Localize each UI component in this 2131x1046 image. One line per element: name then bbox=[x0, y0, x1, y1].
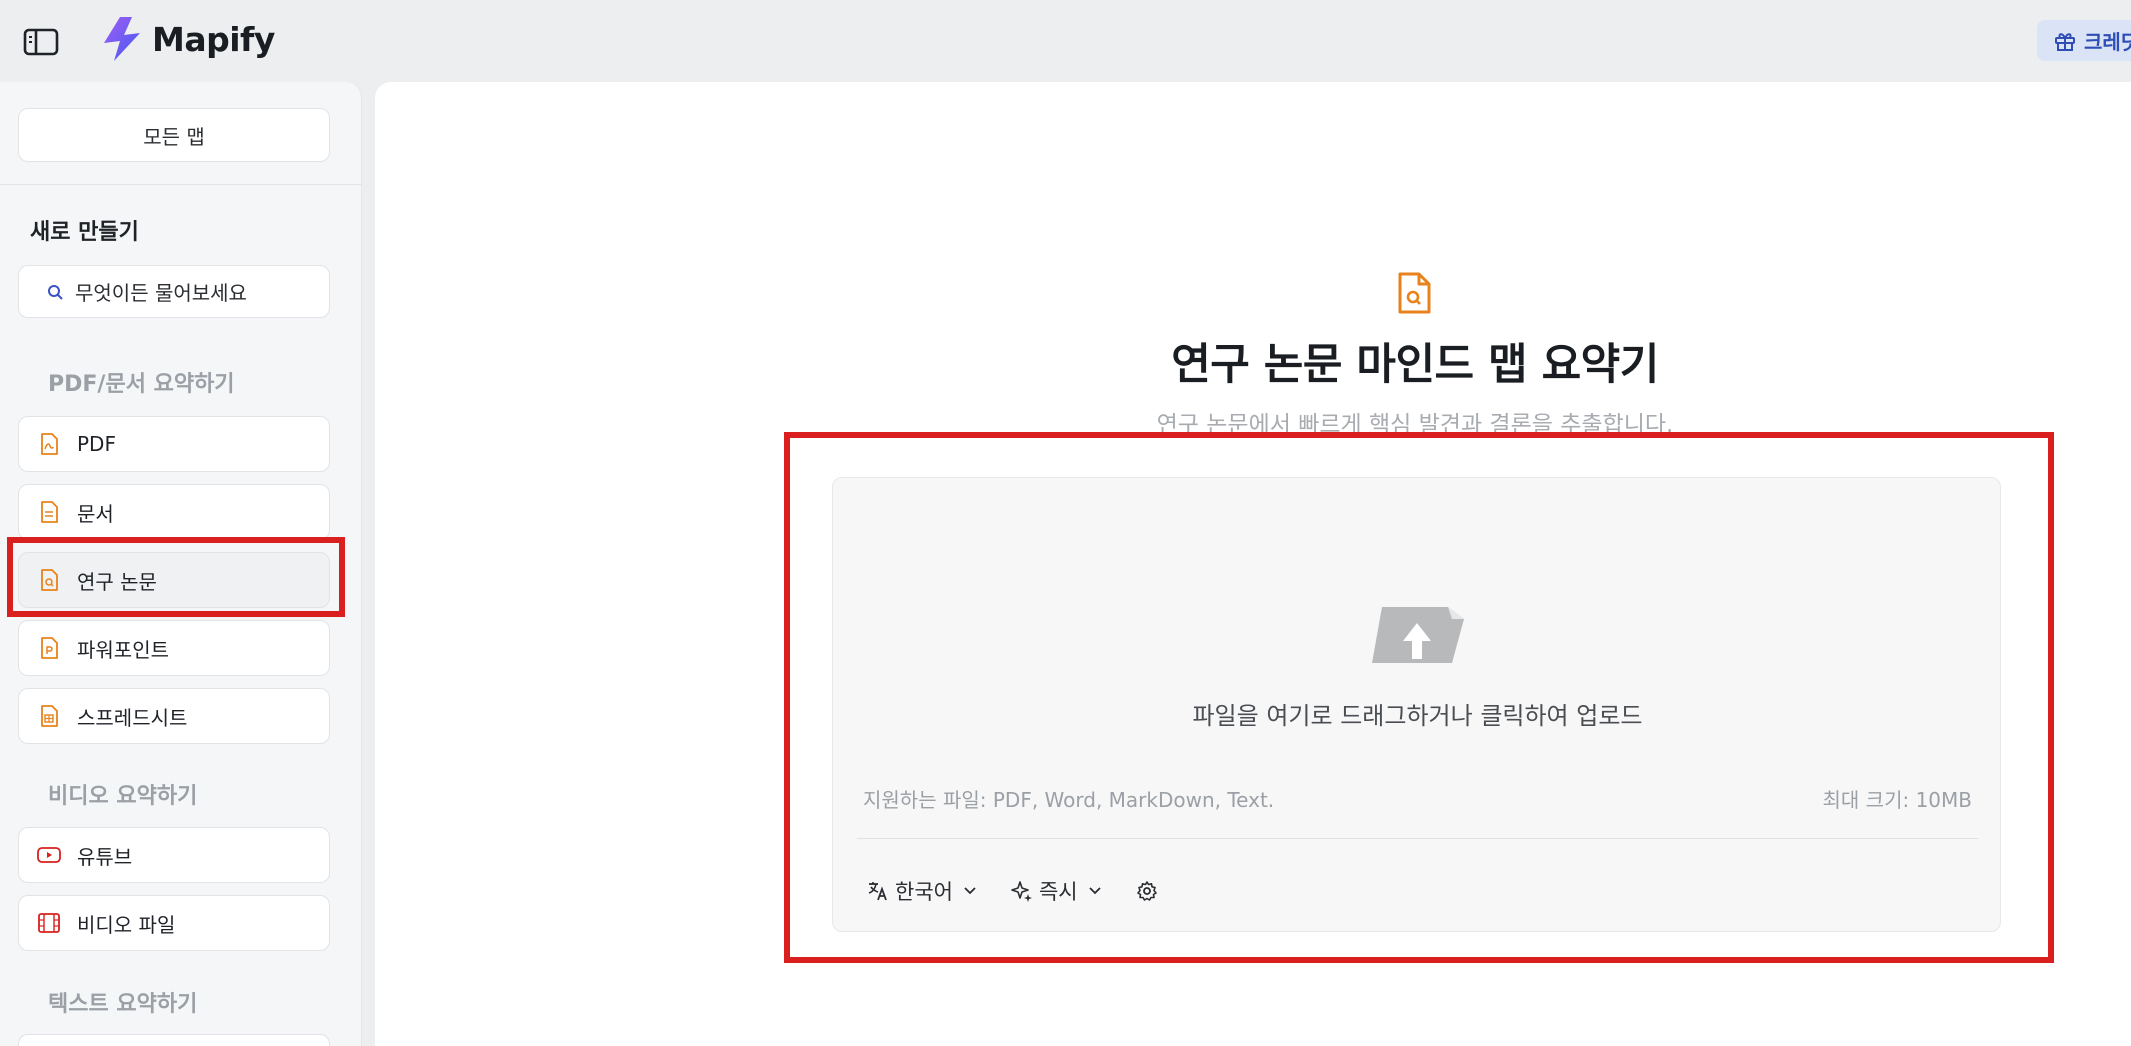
research-paper-icon bbox=[37, 568, 61, 592]
app-name: Mapify bbox=[152, 19, 275, 59]
card-divider bbox=[857, 838, 1978, 839]
page-title: 연구 논문 마인드 맵 요약기 bbox=[1171, 340, 1659, 390]
upload-prompt: 파일을 여기로 드래그하거나 클릭하여 업로드 bbox=[1192, 702, 1643, 730]
section-title-pdf-docs: PDF/문서 요약하기 bbox=[48, 372, 235, 397]
lightning-logo-icon bbox=[104, 17, 140, 61]
sidebar-item-document[interactable]: 문서 bbox=[18, 484, 330, 540]
upload-card: 파일을 여기로 드래그하거나 클릭하여 업로드 지원하는 파일: PDF, Wo… bbox=[832, 477, 2001, 932]
sidebar-divider bbox=[0, 184, 361, 185]
sidebar-item-label: 문서 bbox=[77, 501, 114, 526]
upload-file-icon bbox=[1368, 603, 1466, 671]
credits-button[interactable]: 크레딧 bbox=[2037, 20, 2131, 61]
gear-icon bbox=[1136, 881, 1157, 901]
settings-button[interactable] bbox=[1136, 880, 1158, 902]
document-icon bbox=[37, 500, 61, 524]
sidebar-item-label: 비디오 파일 bbox=[77, 912, 176, 937]
page-subtitle: 연구 논문에서 빠르게 핵심 발견과 결론을 추출합니다. bbox=[1156, 412, 1674, 438]
sidebar-item-partial[interactable] bbox=[18, 1034, 330, 1046]
film-icon bbox=[37, 911, 61, 935]
ask-anything-input[interactable]: 무엇이든 물어보세요 bbox=[18, 265, 330, 318]
file-drop-zone[interactable]: 파일을 여기로 드래그하거나 클릭하여 업로드 지원하는 파일: PDF, Wo… bbox=[833, 478, 2002, 838]
chevron-down-icon bbox=[1088, 887, 1101, 895]
pdf-file-icon bbox=[37, 432, 61, 456]
sidebar-item-youtube[interactable]: 유튜브 bbox=[18, 827, 330, 883]
sidebar-toggle-icon[interactable] bbox=[22, 27, 60, 57]
sidebar: 모든 맵 새로 만들기 무엇이든 물어보세요 PDF/문서 요약하기 PDF 문… bbox=[0, 82, 362, 1046]
sidebar-item-video-file[interactable]: 비디오 파일 bbox=[18, 895, 330, 951]
sidebar-item-label: 파워포인트 bbox=[77, 637, 169, 662]
language-label: 한국어 bbox=[895, 880, 953, 904]
sparkle-icon bbox=[1011, 881, 1032, 902]
credits-label: 크레딧 bbox=[2084, 30, 2131, 54]
upload-toolbar: 한국어 즉시 bbox=[867, 871, 1192, 911]
sidebar-item-label: 연구 논문 bbox=[77, 569, 157, 594]
sidebar-item-spreadsheet[interactable]: 스프레드시트 bbox=[18, 688, 330, 744]
sidebar-item-label: PDF bbox=[77, 432, 116, 456]
top-bar: Mapify 크레딧 bbox=[0, 0, 2131, 80]
sidebar-item-label: 스프레드시트 bbox=[77, 705, 188, 730]
youtube-icon bbox=[37, 843, 61, 867]
mode-label: 즉시 bbox=[1038, 880, 1078, 904]
powerpoint-icon bbox=[37, 636, 61, 660]
section-title-text: 텍스트 요약하기 bbox=[48, 992, 198, 1017]
sidebar-item-research-paper[interactable]: 연구 논문 bbox=[18, 552, 330, 608]
sidebar-item-powerpoint[interactable]: 파워포인트 bbox=[18, 620, 330, 676]
gift-icon bbox=[2055, 32, 2075, 51]
supported-files-text: 지원하는 파일: PDF, Word, MarkDown, Text. bbox=[863, 788, 1275, 812]
mode-select[interactable]: 즉시 bbox=[1011, 876, 1102, 906]
mapify-logo[interactable]: Mapify bbox=[98, 14, 275, 64]
max-size-text: 최대 크기: 10MB bbox=[1822, 788, 1972, 812]
search-icon bbox=[48, 284, 63, 300]
all-maps-button[interactable]: 모든 맵 bbox=[18, 108, 330, 162]
translate-icon bbox=[868, 882, 887, 901]
language-select[interactable]: 한국어 bbox=[867, 876, 977, 906]
new-section-title: 새로 만들기 bbox=[30, 220, 139, 245]
section-title-video: 비디오 요약하기 bbox=[48, 784, 198, 809]
sidebar-item-pdf[interactable]: PDF bbox=[18, 416, 330, 472]
sidebar-item-label: 유튜브 bbox=[77, 844, 133, 869]
research-paper-icon bbox=[1397, 272, 1431, 318]
ask-placeholder: 무엇이든 물어보세요 bbox=[75, 281, 247, 305]
chevron-down-icon bbox=[964, 887, 976, 895]
spreadsheet-icon bbox=[37, 704, 61, 728]
